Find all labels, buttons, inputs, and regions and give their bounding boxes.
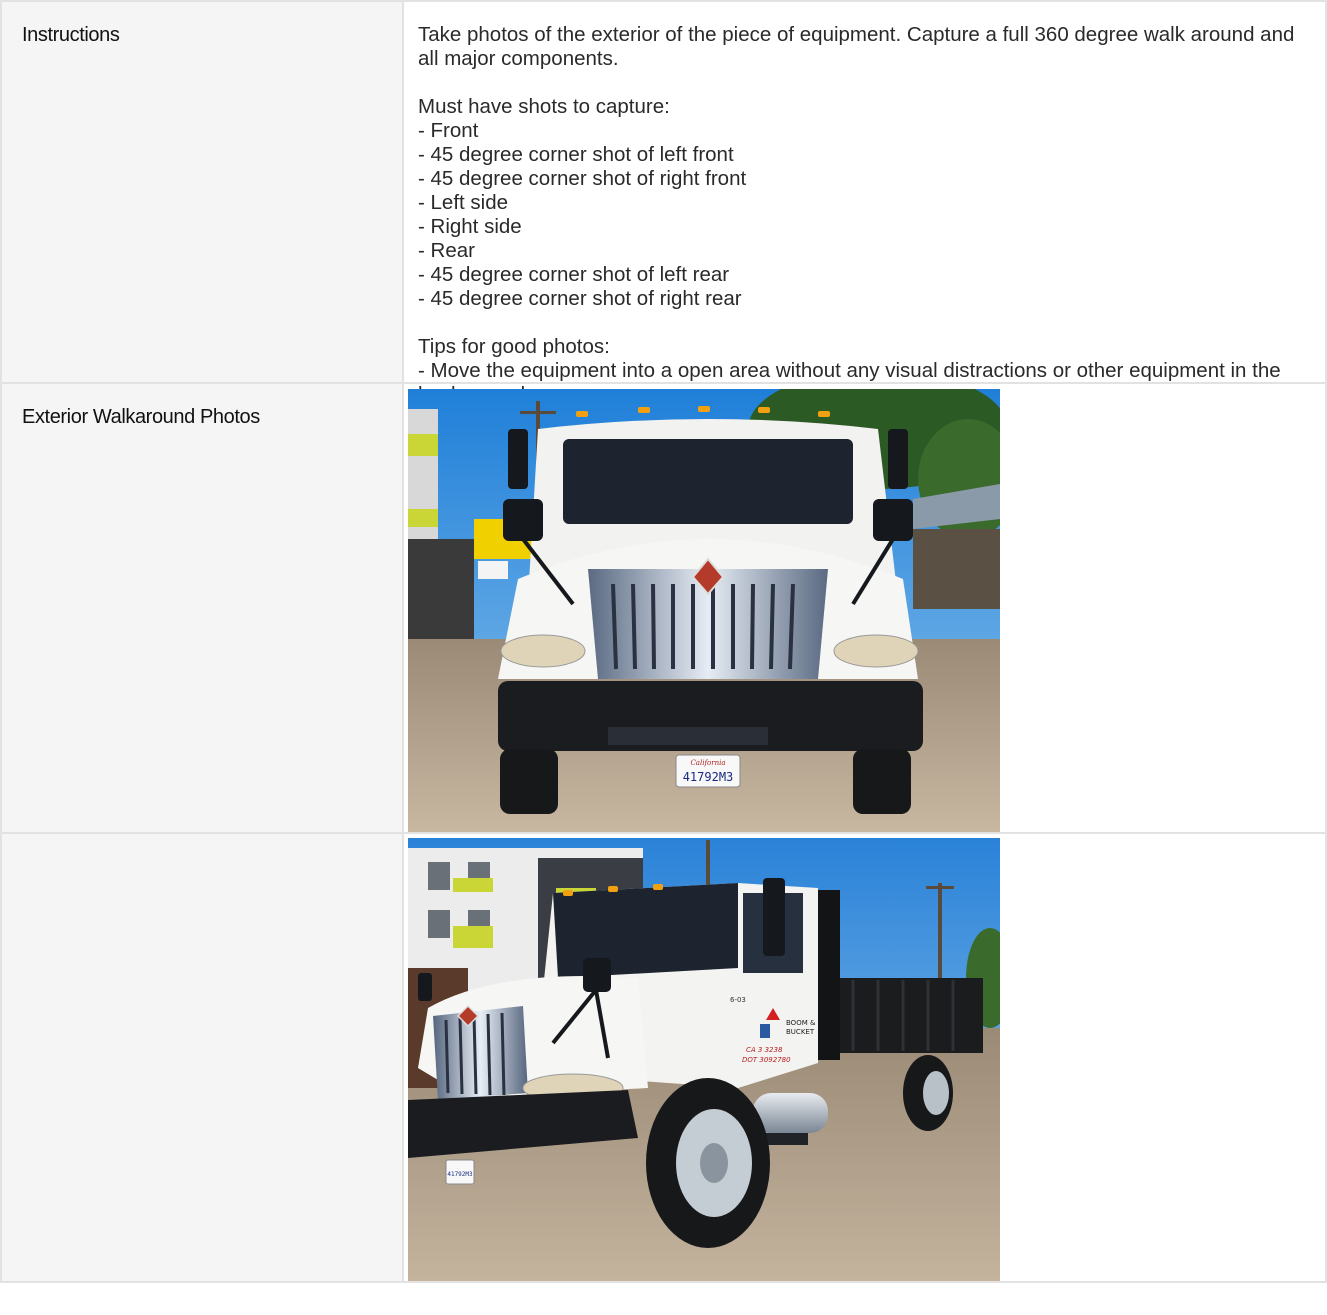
must-have-item: - 45 degree corner shot of left front bbox=[418, 143, 734, 166]
instructions-content-cell: Take photos of the exterior of the piece… bbox=[402, 0, 1327, 406]
truck-side-photo[interactable]: BOOM & BUCKET CA 3 3238 DOT 3092780 6-03… bbox=[408, 838, 1000, 1281]
instructions-label: Instructions bbox=[22, 24, 120, 46]
door-text-line1: BOOM & bbox=[786, 1019, 816, 1027]
empty-label-cell bbox=[0, 832, 404, 1283]
must-have-item: - Right side bbox=[418, 215, 522, 238]
door-text-line2: BUCKET bbox=[786, 1028, 815, 1036]
must-have-item: - 45 degree corner shot of right rear bbox=[418, 287, 742, 310]
door-number-2: DOT 3092780 bbox=[742, 1056, 791, 1064]
photos-label: Exterior Walkaround Photos bbox=[22, 406, 260, 428]
truck-front-photo[interactable]: California 41792M3 bbox=[408, 389, 1000, 832]
must-have-item: - 45 degree corner shot of right front bbox=[418, 167, 747, 190]
must-have-item: - Front bbox=[418, 119, 479, 142]
instructions-label-cell: Instructions bbox=[0, 0, 404, 384]
empty-label bbox=[2, 834, 402, 856]
door-number-1: CA 3 3238 bbox=[746, 1046, 783, 1054]
photos-label-cell: Exterior Walkaround Photos bbox=[0, 382, 404, 834]
must-have-item: - Left side bbox=[418, 191, 509, 214]
instructions-text: Take photos of the exterior of the piece… bbox=[404, 2, 1325, 406]
photo-cell-1: California 41792M3 bbox=[402, 382, 1327, 834]
photos-row-1: Exterior Walkaround Photos California 41… bbox=[0, 382, 1327, 834]
equipment-inspection-table: Instructions Take photos of the exterior… bbox=[0, 0, 1327, 1283]
cab-number: 6-03 bbox=[730, 996, 746, 1004]
instructions-intro: Take photos of the exterior of the piece… bbox=[418, 23, 1295, 70]
must-have-item: - Rear bbox=[418, 239, 475, 262]
instructions-row: Instructions Take photos of the exterior… bbox=[0, 0, 1327, 406]
plate-number: 41792M3 bbox=[683, 770, 734, 784]
photos-row-2: BOOM & BUCKET CA 3 3238 DOT 3092780 6-03… bbox=[0, 832, 1327, 1283]
photo-cell-2: BOOM & BUCKET CA 3 3238 DOT 3092780 6-03… bbox=[402, 832, 1327, 1283]
plate-state: California bbox=[690, 759, 725, 767]
tips-heading: Tips for good photos: bbox=[418, 335, 610, 358]
must-have-heading: Must have shots to capture: bbox=[418, 95, 670, 118]
plate-number-2: 41792M3 bbox=[447, 1171, 473, 1178]
must-have-item: - 45 degree corner shot of left rear bbox=[418, 263, 730, 286]
